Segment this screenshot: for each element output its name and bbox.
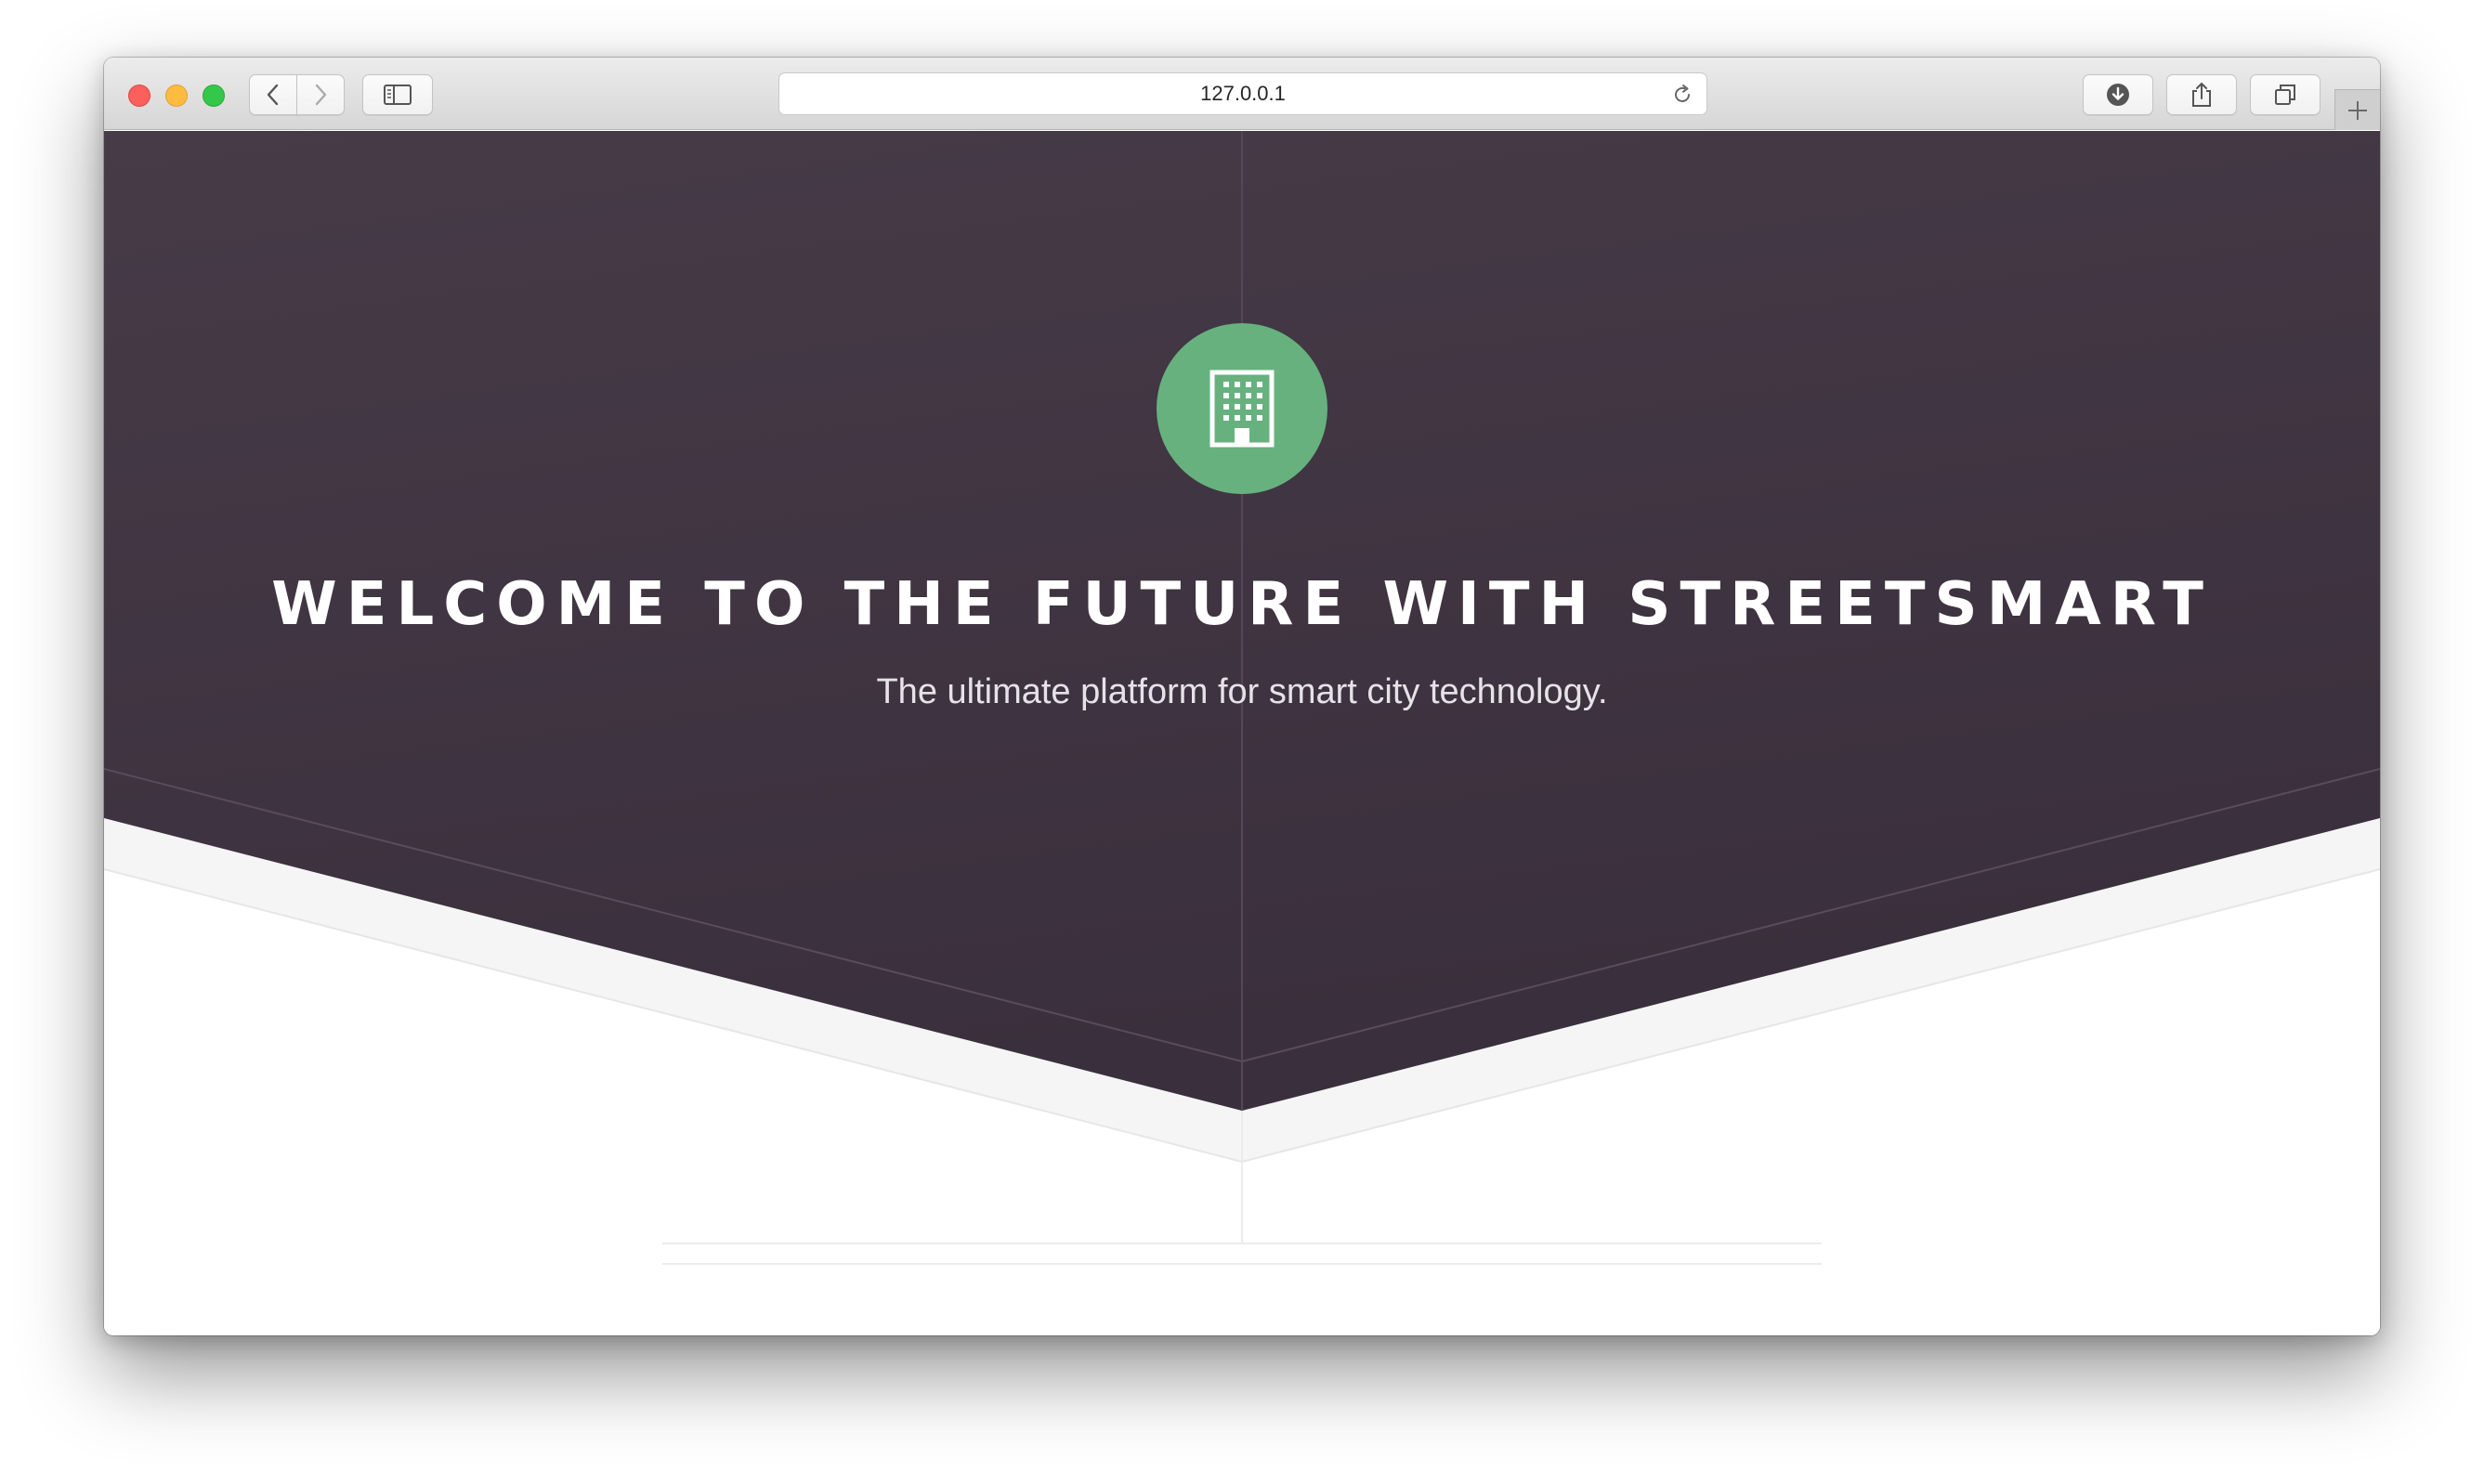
share-icon (2192, 83, 2211, 107)
url-text: 127.0.0.1 (1200, 82, 1286, 105)
page-viewport: WELCOME TO THE FUTURE WITH STREETSMART T… (104, 131, 2380, 1335)
building-icon (1209, 370, 1275, 448)
download-icon (2107, 84, 2129, 106)
section-divider-top (662, 1243, 1822, 1244)
sidebar-icon (384, 85, 412, 105)
tabs-icon (2275, 85, 2295, 105)
close-window-button[interactable] (128, 85, 150, 107)
new-tab-button[interactable] (2334, 89, 2380, 130)
section-divider-bottom (662, 1263, 1822, 1265)
back-button[interactable] (249, 74, 297, 115)
hero-subtitle: The ultimate platform for smart city tec… (876, 672, 1608, 711)
reload-icon[interactable] (1671, 84, 1693, 106)
share-button[interactable] (2166, 74, 2237, 115)
downloads-button[interactable] (2083, 74, 2153, 115)
minimize-window-button[interactable] (165, 85, 188, 107)
brand-logo (1157, 323, 1327, 494)
browser-window: 127.0.0.1 WELCOME TO THE FUTURE WITH STR… (104, 58, 2380, 1335)
show-tabs-button[interactable] (2250, 74, 2321, 115)
sidebar-toggle-button[interactable] (362, 74, 433, 115)
address-bar[interactable]: 127.0.0.1 (778, 72, 1707, 115)
forward-button[interactable] (296, 74, 345, 115)
forward-chevron-icon (315, 84, 327, 106)
hero-title: WELCOME TO THE FUTURE WITH STREETSMART (271, 570, 2213, 639)
zoom-window-button[interactable] (203, 85, 225, 107)
browser-toolbar: 127.0.0.1 (104, 58, 2380, 130)
back-chevron-icon (267, 84, 279, 106)
hero-background (104, 131, 2380, 1243)
plus-icon (2348, 100, 2367, 120)
